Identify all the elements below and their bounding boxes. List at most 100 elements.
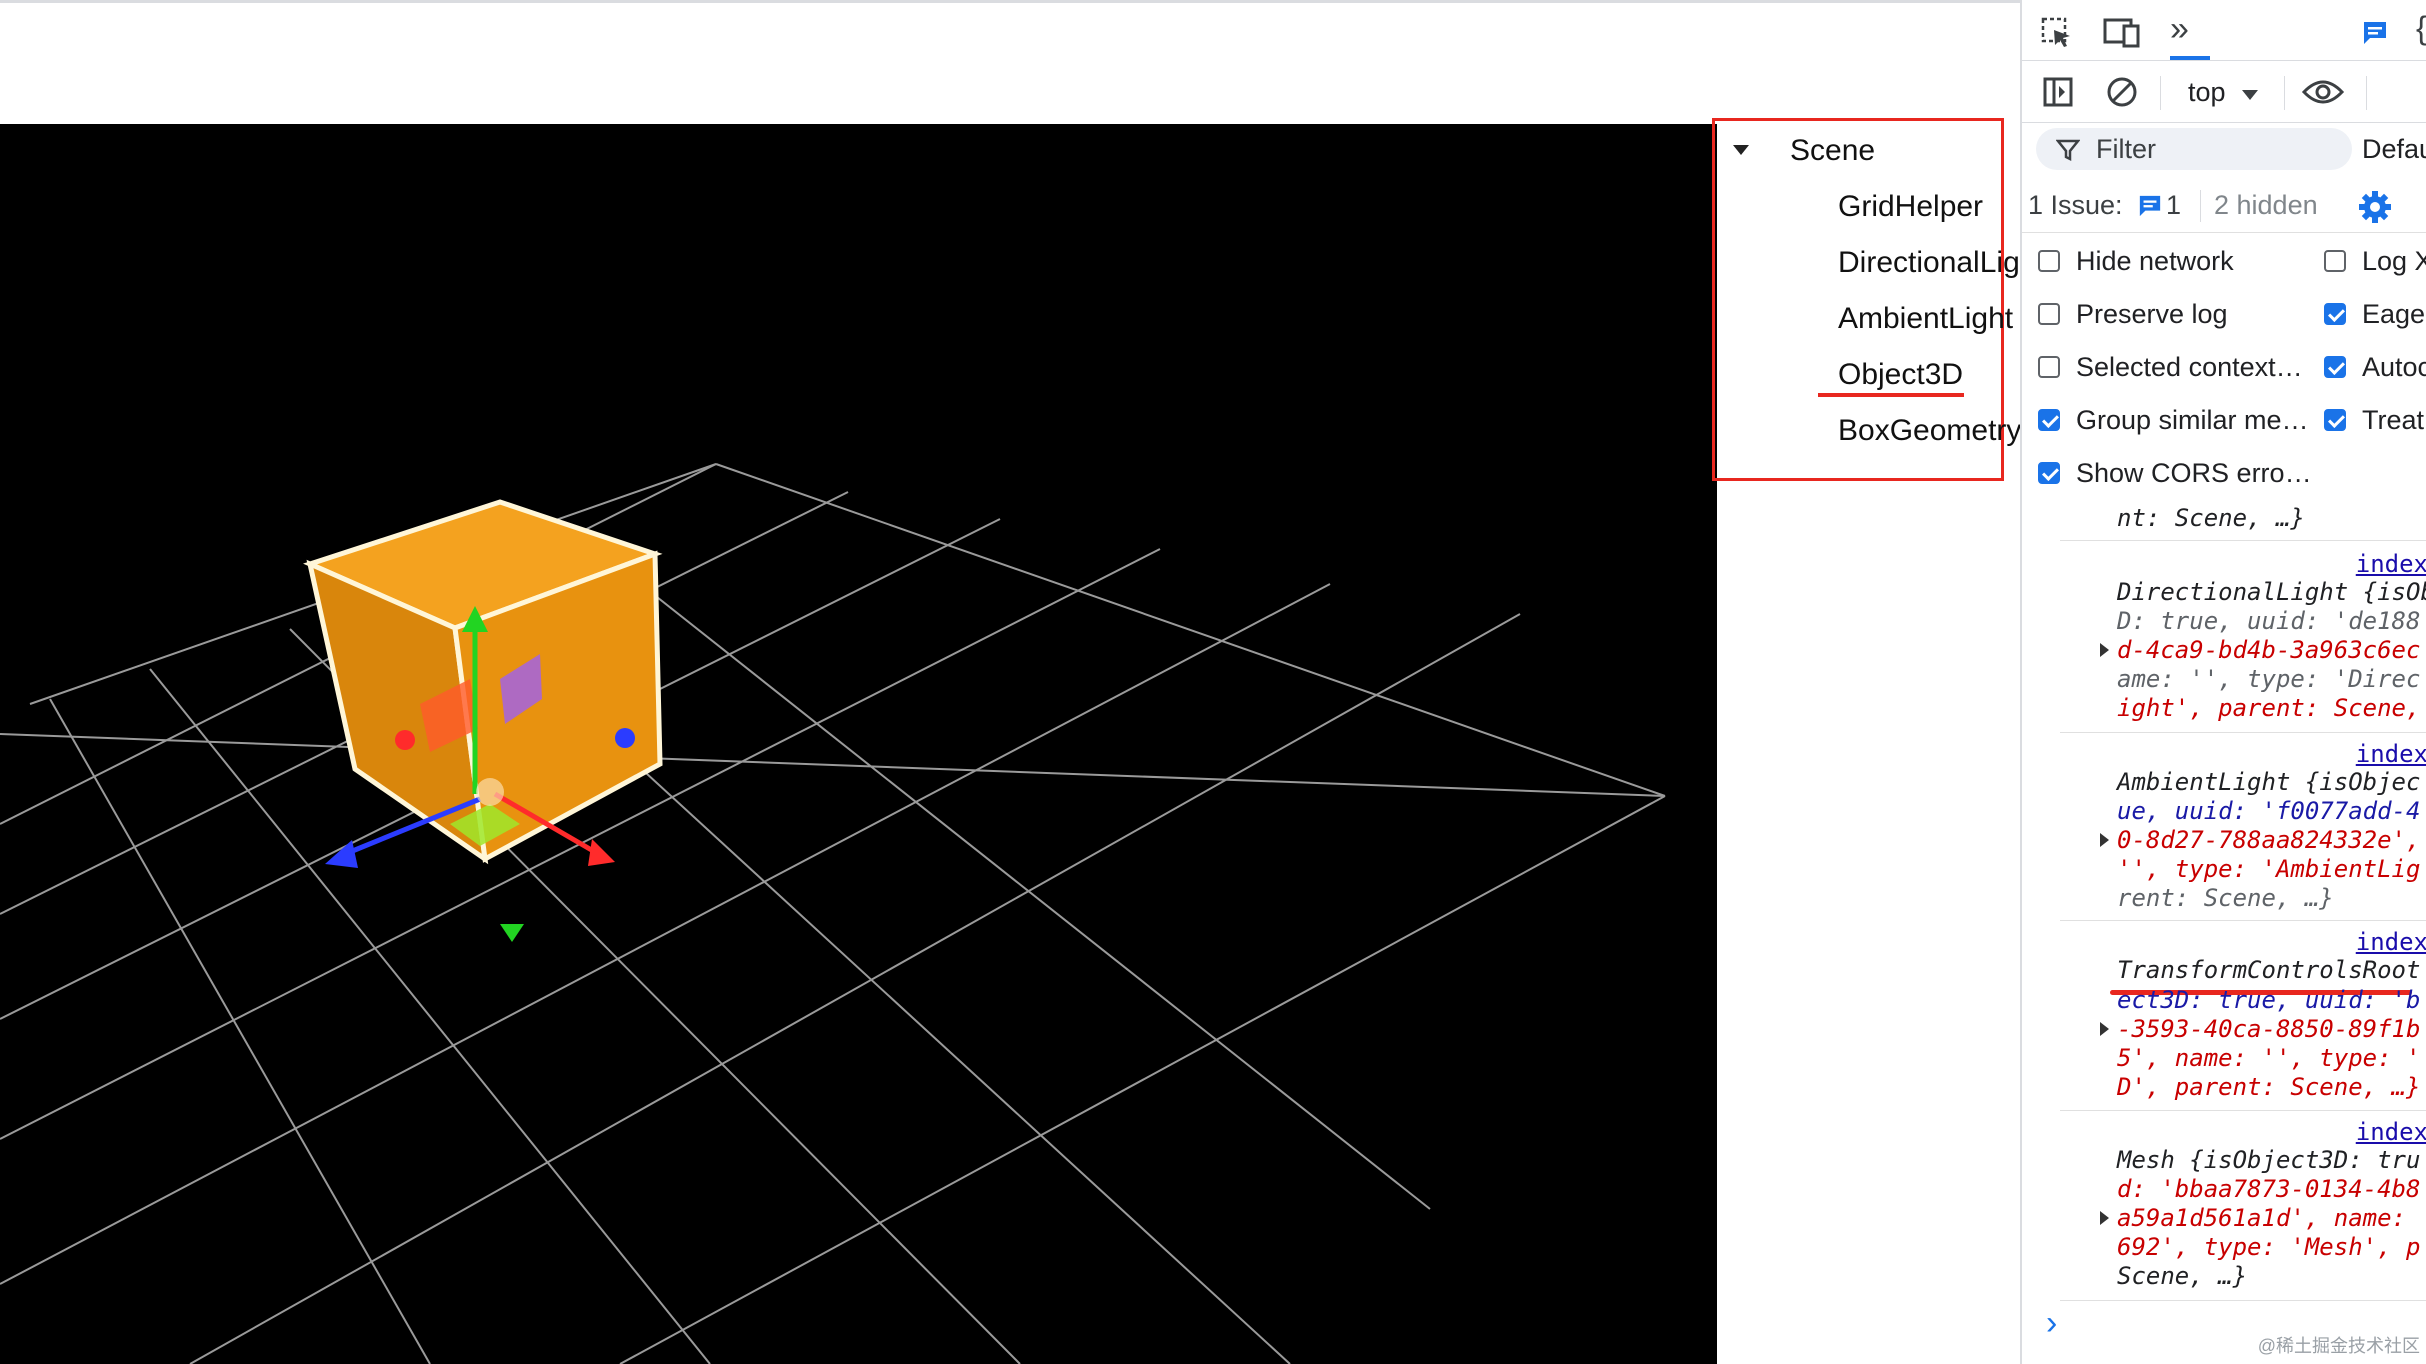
z-scale-handle[interactable] bbox=[615, 728, 635, 748]
console-line: D: true, uuid: 'de188 bbox=[2117, 607, 2421, 635]
group-similar-checkbox[interactable] bbox=[2038, 409, 2060, 431]
inspect-element-icon[interactable] bbox=[2040, 16, 2074, 50]
toolbar-separator-3 bbox=[2366, 76, 2367, 110]
outliner-item-object3d[interactable]: Object3D bbox=[1838, 358, 1963, 392]
treat-evaluation-checkbox[interactable] bbox=[2324, 409, 2346, 431]
console-line: DirectionalLight {isOb bbox=[2117, 578, 2426, 606]
console-line: Scene, …} bbox=[2117, 1262, 2248, 1290]
preserve-log-label: Preserve log bbox=[2076, 299, 2228, 329]
console-line: -3593-40ca-8850-89f1b bbox=[2117, 1015, 2421, 1043]
issues-separator bbox=[2200, 190, 2201, 222]
grid-helper bbox=[0, 463, 1666, 1364]
console-line: Mesh {isObject3D: tru bbox=[2117, 1146, 2421, 1174]
outliner-item-ambientlight[interactable]: AmbientLight bbox=[1838, 302, 2013, 336]
more-tabs-icon[interactable]: » bbox=[2170, 10, 2189, 49]
message-divider bbox=[2060, 920, 2426, 921]
outliner-item-boxgeometry[interactable]: BoxGeometry bbox=[1838, 414, 2020, 448]
console-fragment-top: nt: Scene, …} bbox=[2117, 504, 2305, 532]
autocomplete-label: Autoc bbox=[2362, 352, 2426, 382]
issues-row: 1 Issue: 1 2 hidden bbox=[2022, 180, 2426, 233]
console-line: AmbientLight {isObjec bbox=[2117, 768, 2421, 796]
console-settings-gear-icon[interactable] bbox=[2358, 190, 2392, 224]
hide-network-label: Hide network bbox=[2076, 246, 2234, 276]
device-toolbar-icon[interactable] bbox=[2102, 16, 2142, 50]
log-xmlhttprequests-checkbox[interactable] bbox=[2324, 250, 2346, 272]
sidebar-toggle-icon[interactable] bbox=[2042, 76, 2074, 108]
selected-cube[interactable] bbox=[303, 499, 663, 942]
console-line: rent: Scene, …} bbox=[2117, 884, 2334, 912]
message-divider bbox=[2060, 1110, 2426, 1111]
filter-row: Filter Defau bbox=[2022, 124, 2426, 176]
threejs-viewport[interactable] bbox=[0, 124, 1717, 1364]
console-messages: nt: Scene, …} index DirectionalLight {is… bbox=[2022, 500, 2426, 1364]
console-line: d: 'bbaa7873-0134-4b8 bbox=[2117, 1175, 2421, 1203]
page-top-strip bbox=[0, 0, 2020, 124]
filter-input[interactable] bbox=[2036, 128, 2352, 170]
outliner-item-scene[interactable]: Scene bbox=[1790, 134, 1875, 168]
console-toolbar: top bbox=[2022, 62, 2426, 123]
expand-object-icon[interactable] bbox=[2100, 643, 2109, 657]
treat-evaluation-label: Treat bbox=[2362, 405, 2425, 435]
gizmo-center[interactable] bbox=[476, 778, 504, 806]
x-scale-handle[interactable] bbox=[395, 730, 415, 750]
object3d-annotation-underline bbox=[1818, 393, 1964, 397]
source-link[interactable]: index bbox=[2356, 550, 2426, 578]
settings-gear-partial-icon[interactable]: { bbox=[2416, 10, 2426, 47]
console-line: ect3D: true, uuid: 'b bbox=[2117, 986, 2421, 1014]
scene-render bbox=[0, 463, 1666, 1364]
source-link[interactable]: index bbox=[2356, 1118, 2426, 1146]
watermark: @稀土掘金技术社区 bbox=[2257, 1336, 2420, 1356]
context-selector[interactable]: top bbox=[2188, 77, 2226, 108]
issues-count[interactable]: 1 bbox=[2166, 190, 2181, 221]
active-tab-indicator bbox=[2170, 56, 2210, 60]
issues-label: 1 Issue: bbox=[2028, 190, 2123, 220]
group-similar-label: Group similar me… bbox=[2076, 405, 2309, 435]
message-divider bbox=[2060, 1300, 2426, 1301]
source-link[interactable]: index bbox=[2356, 740, 2426, 768]
scene-expand-icon[interactable] bbox=[1733, 145, 1749, 155]
console-line: ue, uuid: 'f0077add-4 bbox=[2117, 797, 2421, 825]
issues-message-icon[interactable] bbox=[2362, 20, 2388, 46]
source-link[interactable]: index bbox=[2356, 928, 2426, 956]
console-line: 0-8d27-788aa824332e', bbox=[2117, 826, 2421, 854]
selected-context-label: Selected context… bbox=[2076, 352, 2303, 382]
devtools-tabbar: » { bbox=[2022, 0, 2426, 61]
devtools-panel: » { top Filter Defa 1 Issue: 1 2 hidden … bbox=[2020, 0, 2426, 1364]
console-line: ame: '', type: 'Direc bbox=[2117, 665, 2421, 693]
console-line: ight', parent: Scene, bbox=[2117, 694, 2421, 722]
message-divider bbox=[2060, 732, 2426, 733]
message-divider bbox=[2060, 540, 2426, 541]
console-line: 692', type: 'Mesh', p bbox=[2117, 1233, 2421, 1261]
selected-context-checkbox[interactable] bbox=[2038, 356, 2060, 378]
console-line-transformcontrolsroot: TransformControlsRoot bbox=[2117, 956, 2421, 984]
console-line: 5', name: '', type: ' bbox=[2117, 1044, 2421, 1072]
show-cors-errors-label: Show CORS erro… bbox=[2076, 458, 2312, 488]
issue-message-icon[interactable] bbox=[2138, 194, 2162, 218]
console-line: D', parent: Scene, …} bbox=[2117, 1073, 2421, 1101]
live-expression-eye-icon[interactable] bbox=[2302, 78, 2344, 106]
outliner-item-directionallight[interactable]: DirectionalLight bbox=[1838, 246, 2020, 280]
expand-object-icon[interactable] bbox=[2100, 1022, 2109, 1036]
clear-console-icon[interactable] bbox=[2106, 76, 2138, 108]
expand-object-icon[interactable] bbox=[2100, 833, 2109, 847]
filter-funnel-icon bbox=[2056, 139, 2080, 162]
console-line: d-4ca9-bd4b-3a963c6ec bbox=[2117, 636, 2421, 664]
y-scale-handle[interactable] bbox=[500, 924, 524, 942]
eager-evaluation-label: Eage bbox=[2362, 299, 2426, 329]
eager-evaluation-checkbox[interactable] bbox=[2324, 303, 2346, 325]
autocomplete-checkbox[interactable] bbox=[2324, 356, 2346, 378]
toolbar-separator bbox=[2160, 76, 2161, 110]
show-cors-errors-checkbox[interactable] bbox=[2038, 462, 2060, 484]
outliner-item-gridhelper[interactable]: GridHelper bbox=[1838, 190, 1983, 224]
console-prompt[interactable]: › bbox=[2046, 1304, 2057, 1343]
log-xmlhttprequests-label: Log X bbox=[2362, 246, 2426, 276]
toolbar-separator-2 bbox=[2284, 76, 2285, 110]
console-line: a59a1d561a1d', name: bbox=[2117, 1204, 2406, 1232]
preserve-log-checkbox[interactable] bbox=[2038, 303, 2060, 325]
x-axis-arrow[interactable] bbox=[588, 839, 615, 866]
context-dropdown-icon[interactable] bbox=[2242, 90, 2258, 100]
filter-placeholder: Filter bbox=[2096, 134, 2156, 164]
expand-object-icon[interactable] bbox=[2100, 1211, 2109, 1225]
hide-network-checkbox[interactable] bbox=[2038, 250, 2060, 272]
log-levels-dropdown[interactable]: Defau bbox=[2362, 134, 2426, 165]
